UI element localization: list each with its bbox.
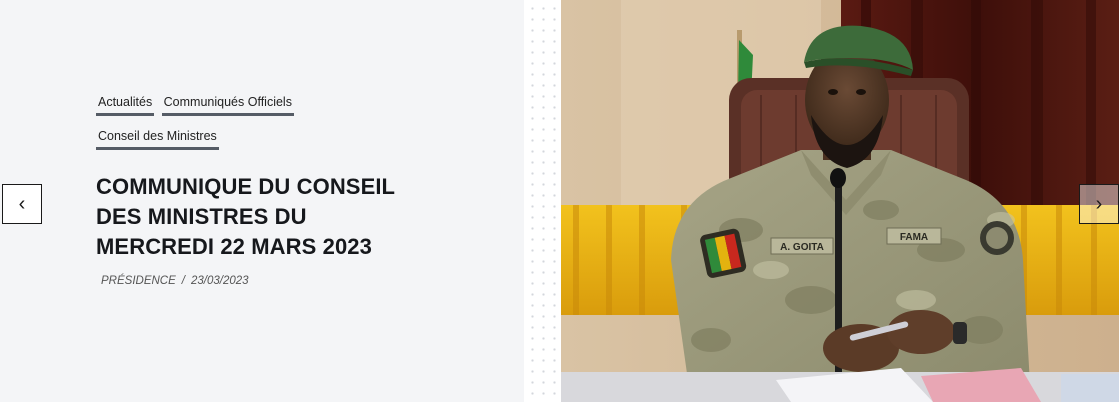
post-date: 23/03/2023 — [190, 275, 249, 287]
category-tag-conseil-des-ministres[interactable]: Conseil des Ministres — [96, 126, 219, 150]
slide-title[interactable]: COMMUNIQUE DU CONSEIL DES MINISTRES DU M… — [96, 172, 426, 262]
slide-featured-image[interactable]: A. GOITA FAMA — [561, 0, 1119, 402]
name-tape-text: A. GOITA — [780, 242, 824, 253]
category-tags: Actualités Communiqués Officiels Conseil… — [96, 92, 356, 160]
post-meta: PRÉSIDENCE / 23/03/2023 — [101, 275, 249, 287]
next-slide-button[interactable]: › — [1079, 184, 1119, 224]
category-tag-actualites[interactable]: Actualités — [96, 92, 155, 116]
category-tag-communiques-officiels[interactable]: Communiqués Officiels — [161, 92, 294, 116]
post-author[interactable]: PRÉSIDENCE — [101, 275, 176, 287]
slide-text-panel: Actualités Communiqués Officiels Conseil… — [0, 0, 524, 402]
unit-tape-text: FAMA — [900, 232, 928, 243]
meta-separator: / — [181, 275, 185, 287]
chevron-right-icon: › — [1095, 192, 1103, 215]
dot-pattern-divider — [524, 0, 561, 402]
previous-slide-button[interactable]: ‹ — [2, 184, 42, 224]
hero-slider: Actualités Communiqués Officiels Conseil… — [0, 0, 1119, 402]
chevron-left-icon: ‹ — [18, 192, 26, 215]
featured-image-illustration: A. GOITA FAMA — [561, 0, 1119, 402]
